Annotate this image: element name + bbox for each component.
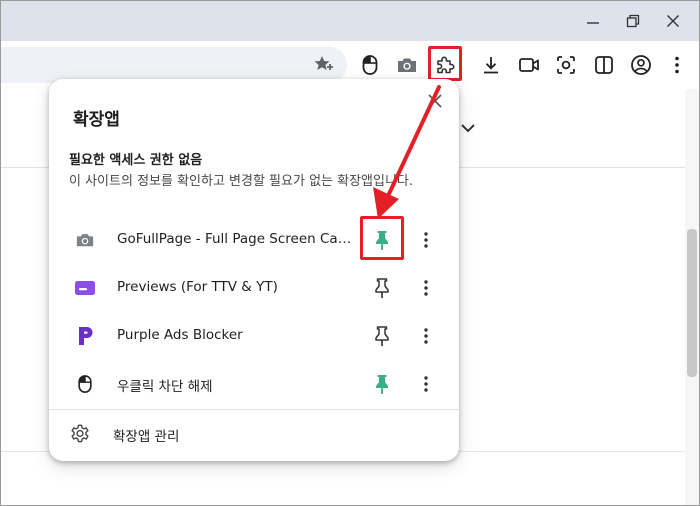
extension-name: Previews (For TTV & YT) [117,279,278,295]
bookmark-star-button[interactable] [310,51,338,79]
minimize-icon [587,22,599,24]
more-vert-icon [424,280,428,296]
pin-button[interactable] [370,324,394,348]
side-panel-button[interactable] [590,51,618,79]
restore-icon [626,14,640,28]
section-description: 이 사이트의 정보를 확인하고 변경할 필요가 없는 확장앱입니다. [69,174,414,189]
pin-button[interactable] [370,372,394,396]
extension-row-purple-ads-blocker[interactable]: Purple Ads Blocker [49,312,459,360]
profile-icon [631,55,651,75]
mouse-extension-icon [362,55,378,75]
extension-row-previews[interactable]: Previews (For TTV & YT) [49,264,459,312]
pin-button-highlight [360,216,404,260]
close-icon [667,15,679,27]
extensions-button-highlight [428,46,462,81]
screenshot-button[interactable] [552,51,580,79]
mouse-icon [73,372,97,396]
manage-extensions-label: 확장앱 관리 [113,429,180,445]
address-bar[interactable] [1,47,347,83]
pin-filled-icon [376,375,388,394]
bookmark-star-icon [314,56,333,70]
camera-extension-icon [398,58,416,72]
screenshot-icon [557,56,575,74]
side-panel-icon [595,56,613,74]
pin-outline-icon [375,326,389,346]
extension-name: 우클릭 차단 해제 [117,379,213,395]
menu-icon [675,56,679,74]
close-window-button[interactable] [661,9,685,33]
gear-icon [71,424,89,443]
extension-name: Purple Ads Blocker [117,327,243,343]
more-vert-icon [424,232,428,248]
extensions-popup: 확장앱 필요한 액세스 권한 없음 이 사이트의 정보를 확인하고 변경할 필요… [49,79,459,461]
section-title: 필요한 액세스 권한 없음 [69,153,203,168]
more-vert-icon [424,376,428,392]
restore-button[interactable] [621,9,645,33]
download-button[interactable] [477,51,505,79]
pin-button[interactable] [370,276,394,300]
manage-extensions-button[interactable]: 확장앱 관리 [49,411,459,457]
previews-icon [73,276,97,300]
chevron-down-icon[interactable] [459,119,477,137]
more-vert-icon [424,328,428,344]
popup-divider [49,409,459,410]
download-icon [484,57,498,74]
popup-title: 확장앱 [73,110,120,130]
purple-p-icon [73,324,97,348]
scrollbar-thumb[interactable] [687,229,697,377]
video-icon [519,58,539,72]
more-options-button[interactable] [414,276,438,300]
pin-outline-icon [375,278,389,298]
extension-row-right-click-unblock[interactable]: 우클릭 차단 해제 [49,360,459,408]
more-options-button[interactable] [414,228,438,252]
more-options-button[interactable] [414,372,438,396]
menu-button[interactable] [663,51,691,79]
extension-name: GoFullPage - Full Page Screen Capture [117,231,357,247]
popup-close-button[interactable] [425,91,445,111]
video-button[interactable] [515,51,543,79]
minimize-button[interactable] [581,9,605,33]
mouse-extension-button[interactable] [356,51,384,79]
camera-extension-button[interactable] [393,51,421,79]
title-bar [1,1,699,41]
camera-icon [73,228,97,252]
more-options-button[interactable] [414,324,438,348]
browser-window: 확장앱 필요한 액세스 권한 없음 이 사이트의 정보를 확인하고 변경할 필요… [0,0,700,506]
profile-button[interactable] [627,51,655,79]
